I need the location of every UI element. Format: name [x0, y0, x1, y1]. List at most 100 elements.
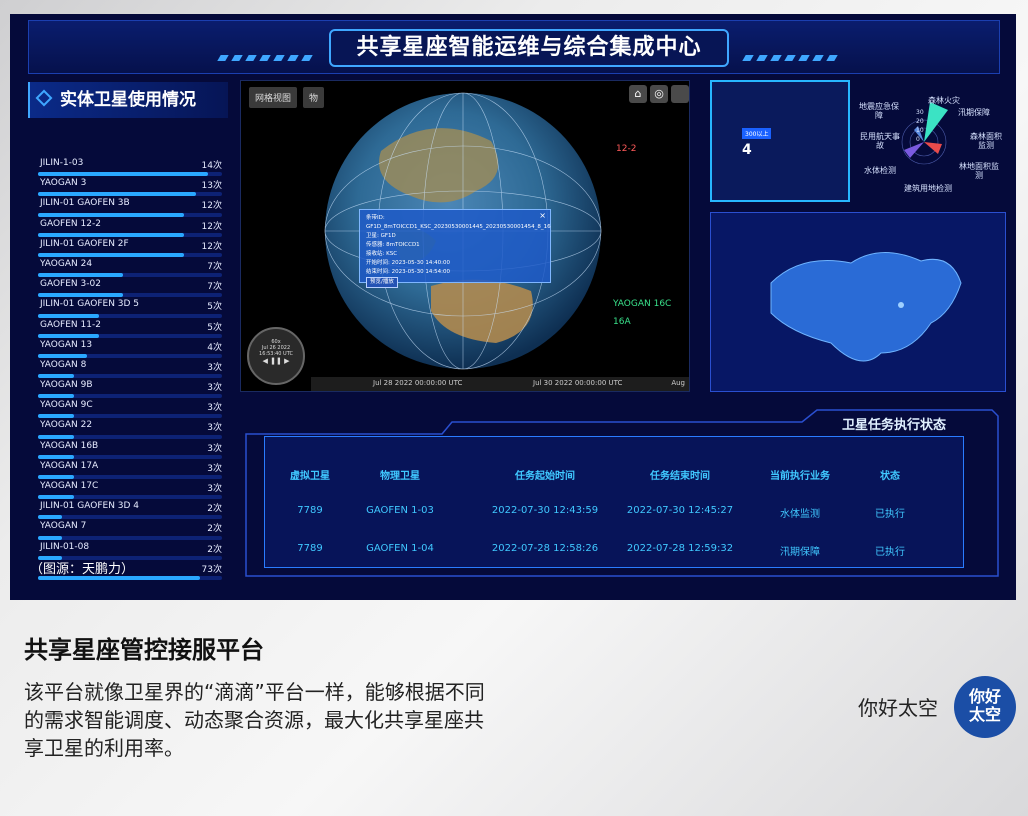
rose-tick: 30	[916, 109, 924, 116]
usage-bar	[38, 495, 74, 500]
sat-count: 4次	[207, 342, 222, 353]
caption-title: 共享星座管控接服平台	[24, 636, 264, 664]
playback-controls-icon: ◀ ❚❚ ▶	[262, 357, 290, 365]
sat-usage-row: YAOGAN 3 13次	[28, 178, 228, 198]
china-map	[770, 252, 962, 362]
sat-name: JILIN-01 GAOFEN 3D 4	[40, 501, 140, 512]
sat-usage-row: YAOGAN 8 3次	[28, 360, 228, 380]
dashboard-header: 共享星座智能运维与综合集成中心	[28, 20, 1000, 74]
table-cell: GAOFEN 1-04	[366, 543, 434, 554]
header-left-stripe	[217, 46, 317, 61]
diamond-icon	[35, 89, 53, 107]
sat-name: YAOGAN 24	[40, 258, 93, 269]
rose-tick: 10	[916, 127, 924, 134]
usage-bar	[38, 172, 208, 177]
table-header: 任务起始时间	[515, 471, 575, 482]
table-header: 任务结束时间	[650, 471, 710, 482]
usage-bar	[38, 515, 62, 520]
globe-view[interactable]: 12-2 YAOGAN 16C 16A 网格视图 物 ⌂ ◎ × 条带ID: G…	[240, 80, 690, 392]
rose-label: 林地面积监测	[959, 162, 999, 180]
sat-usage-row: GAOFEN 12-2 12次	[28, 219, 228, 239]
sat-count: 2次	[207, 524, 222, 535]
usage-bar	[38, 535, 62, 540]
sat-name: JILIN-01 GAOFEN 3B	[40, 198, 130, 209]
sat-count: 3次	[207, 423, 222, 434]
rose-label: 水体检测	[864, 166, 896, 175]
china-map-panel[interactable]	[710, 212, 1006, 392]
close-icon[interactable]: ×	[539, 211, 546, 220]
header-right-stripe	[742, 46, 842, 61]
satellite-usage-panel: 实体卫星使用情况 JILIN-1-03 14次 YAOGAN 3 13次 JILIN-0…	[28, 82, 228, 582]
table-cell: 7789	[297, 505, 323, 516]
rose-label: 建筑用地检测	[904, 184, 952, 193]
sat-name: YAOGAN 7	[40, 521, 87, 532]
sat-name: YAOGAN 9C	[40, 400, 93, 411]
sat-count: 5次	[207, 302, 222, 313]
popup-line: 条带ID: GF1D_8mTOICCD1_KSC_20230530001445_…	[366, 215, 551, 230]
globe-tabs: 网格视图 物	[249, 87, 325, 108]
tab-grid-view[interactable]: 网格视图	[249, 87, 298, 108]
sat-name: YAOGAN 16B	[40, 440, 99, 451]
sat-name: JILIN-1-03	[40, 158, 84, 168]
caption-body: 该平台就像卫星界的“滴滴”平台一样，能够根据不同的需求智能调度、动态聚合资源，最…	[24, 680, 485, 760]
timeline-bar[interactable]: Jul 28 2022 00:00:00 UTC Jul 30 2022 00:…	[311, 377, 689, 391]
sat-usage-row: JILIN-01 GAOFEN 2F 12次	[28, 239, 228, 259]
table-cell: 已执行	[875, 509, 905, 520]
table-cell: 2022-07-30 12:45:27	[626, 505, 734, 516]
animation-clock-widget[interactable]: 60x Jul 26 2022 16:53:40 UTC ◀ ❚❚ ▶	[247, 327, 305, 385]
count-badge-panel: 300以上 4	[710, 80, 850, 202]
sat-count: 3次	[207, 362, 222, 373]
home-icon[interactable]: ⌂	[629, 85, 647, 103]
sat-name: YAOGAN 17A	[40, 460, 99, 471]
popup-line: 传感器: 8mTOICCD1	[366, 242, 420, 248]
table-cell: 2022-07-30 12:43:59	[491, 505, 599, 516]
sat-count: 3次	[207, 443, 222, 454]
usage-bar	[38, 293, 123, 298]
sat-name: GAOFEN 11-2	[40, 319, 101, 330]
image-source: （图源：天鹏力）	[30, 562, 135, 577]
table-header: 当前执行业务	[770, 471, 830, 482]
preview-play-button[interactable]: 预览/播放	[366, 277, 398, 288]
usage-bar	[38, 353, 88, 358]
layers-icon[interactable]	[671, 85, 689, 103]
usage-track	[38, 535, 222, 540]
usage-bar	[38, 212, 185, 217]
sat-name: YAOGAN 22	[40, 420, 93, 431]
rose-label: 地震应急保障	[859, 102, 899, 120]
rose-tick: 0	[916, 136, 920, 143]
table-header: 状态	[880, 471, 900, 482]
table-cell: 水体监测	[780, 509, 820, 520]
orbit-label: 12-2	[616, 144, 636, 154]
brand-logo: 你好 太空	[954, 676, 1016, 738]
usage-bar	[38, 192, 197, 197]
globe-icon[interactable]: ◎	[650, 85, 668, 103]
sat-count: 3次	[207, 383, 222, 394]
rose-label: 汛期保障	[958, 108, 990, 117]
sat-usage-row: YAOGAN 24 7次	[28, 259, 228, 279]
usage-bar	[38, 434, 74, 439]
popup-line: 开始时间: 2023-05-30 14:40:00	[366, 260, 451, 266]
satellite-list: JILIN-1-03 14次 YAOGAN 3 13次 JILIN-01 GAOFEN …	[28, 158, 228, 582]
usage-bar	[38, 374, 74, 379]
strip-info-popup: × 条带ID: GF1D_8mTOICCD1_KSC_2023053000144…	[359, 209, 551, 288]
popup-line: 卫星: GF1D	[366, 233, 396, 239]
brand-name: 你好太空	[858, 696, 938, 720]
dashboard-screenshot: 共享星座智能运维与综合集成中心 实体卫星使用情况 JILIN-1-03 14次 YA…	[10, 14, 1016, 600]
rose-label: 森林面积监测	[970, 132, 1002, 150]
sat-count: 3次	[207, 484, 222, 494]
tab-other[interactable]: 物	[303, 87, 325, 108]
task-status-table: 虚拟卫星 物理卫星 任务起始时间 任务结束时间 当前执行业务 状态 7789 G…	[264, 436, 964, 568]
sat-name: GAOFEN 12-2	[40, 218, 101, 229]
sat-count: 12次	[201, 221, 222, 232]
usage-bar	[38, 475, 74, 479]
sat-usage-row: JILIN-01 GAOFEN 3D 4 2次	[28, 501, 228, 521]
sat-name: YAOGAN 13	[40, 339, 93, 350]
china-map-svg	[770, 252, 962, 362]
sat-usage-row: YAOGAN 9C 3次	[28, 400, 228, 420]
table-header: 虚拟卫星	[290, 471, 330, 482]
sat-usage-row: JILIN-1-03 14次	[28, 158, 228, 178]
table-cell: 7789	[297, 543, 323, 554]
sat-name: JILIN-01-08	[40, 541, 90, 552]
table-cell: 已执行	[875, 547, 905, 558]
sat-name: GAOFEN 3-02	[40, 279, 101, 290]
